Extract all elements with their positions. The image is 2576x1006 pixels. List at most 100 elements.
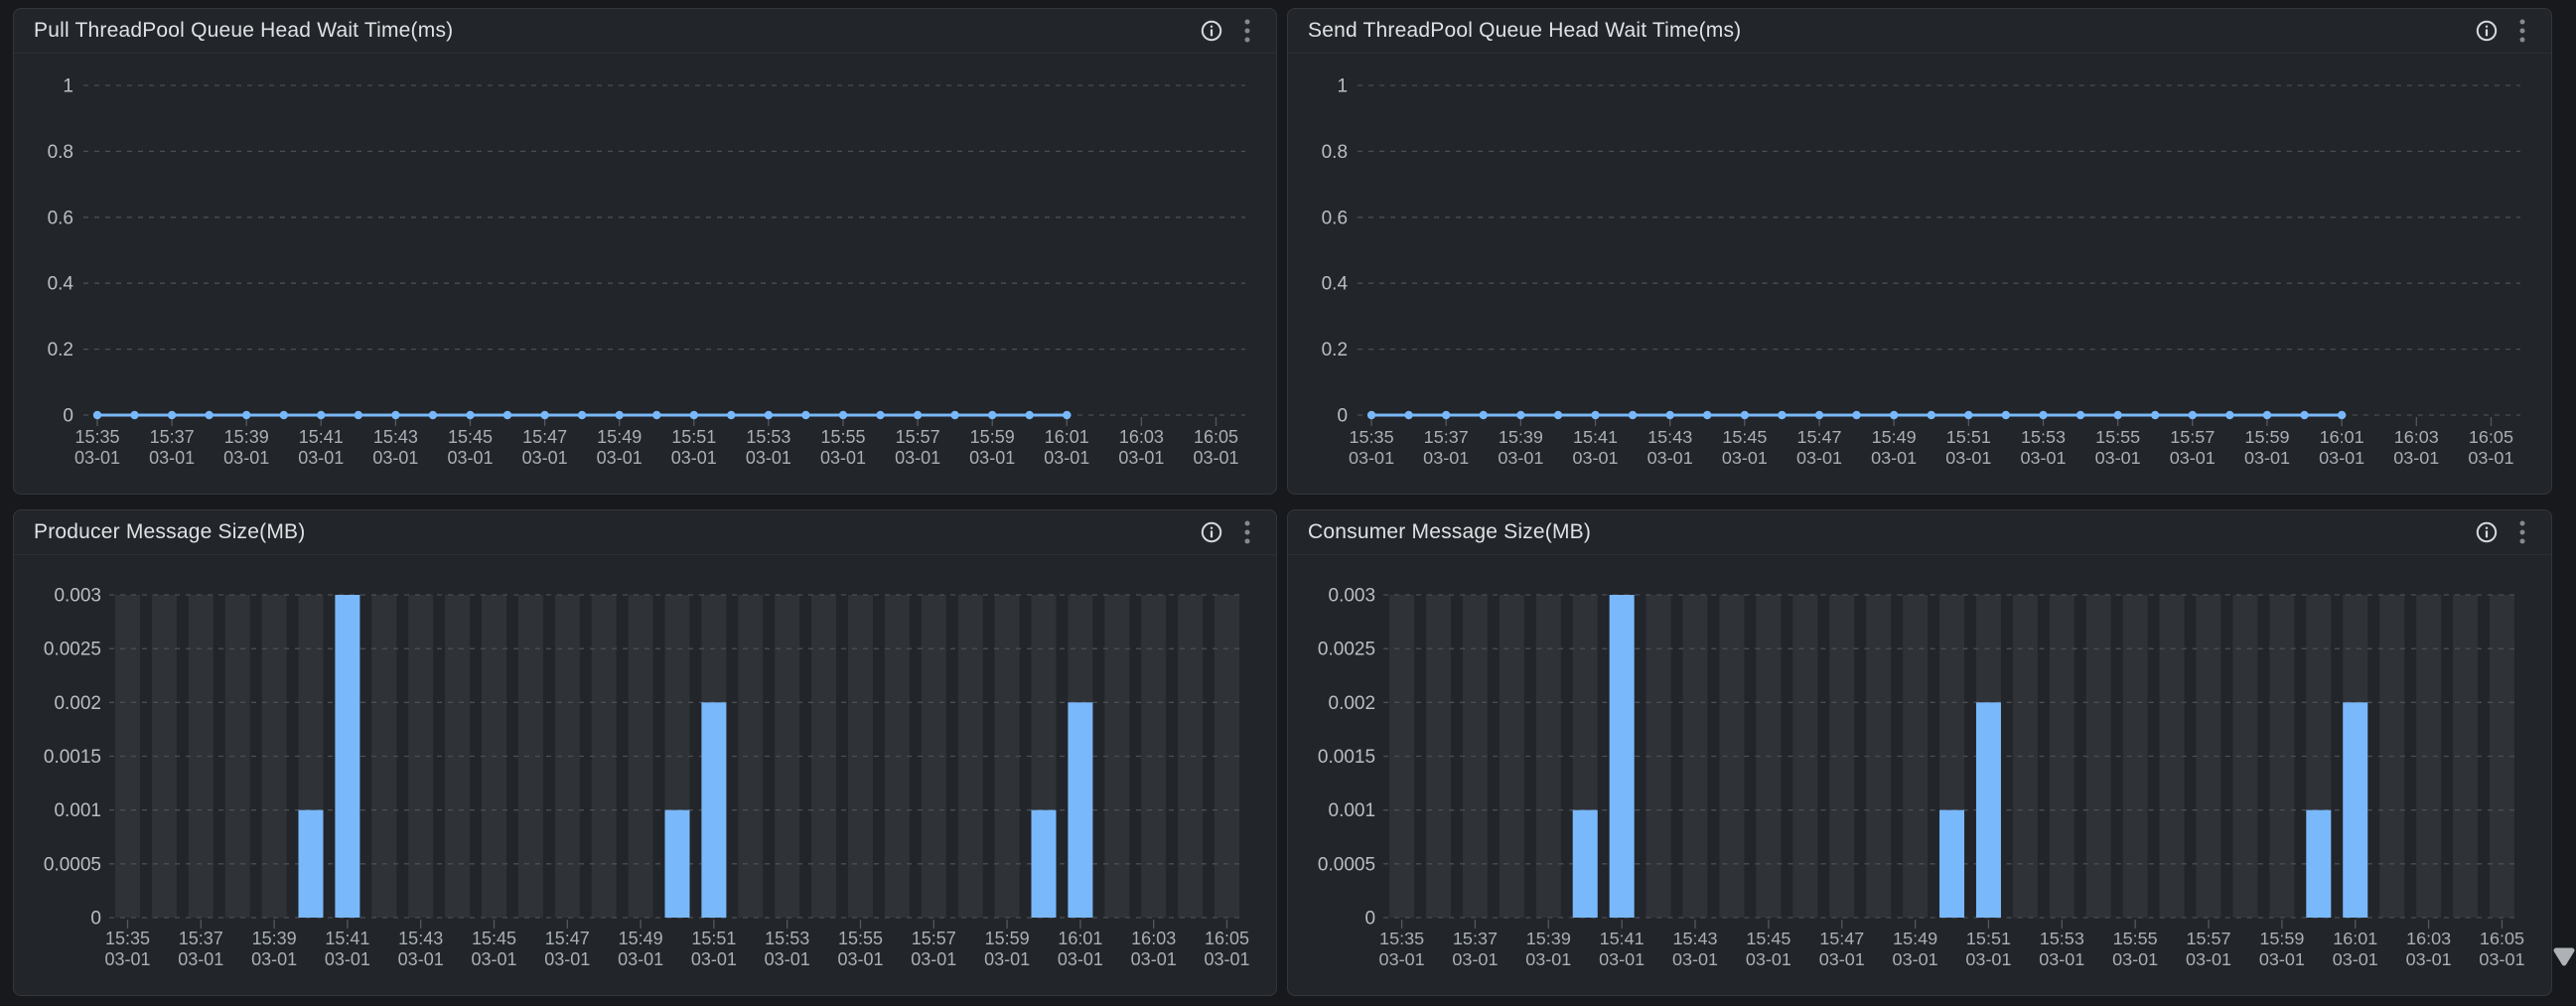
svg-text:15:4903-01: 15:4903-01 — [1893, 929, 1938, 969]
svg-text:16:0303-01: 16:0303-01 — [1118, 427, 1164, 468]
chart-canvas-producer-message-size[interactable]: 00.00050.0010.00150.0020.00250.00315:350… — [14, 555, 1276, 995]
panel-header: Producer Message Size(MB) — [14, 510, 1276, 555]
svg-text:0.0005: 0.0005 — [1318, 854, 1375, 875]
panel-header: Send ThreadPool Queue Head Wait Time(ms) — [1288, 9, 2551, 54]
svg-text:15:5503-01: 15:5503-01 — [2112, 929, 2158, 969]
data-point-marker — [1815, 411, 1823, 419]
panel-pull-threadpool-queue-head-wait-time: Pull ThreadPool Queue Head Wait Time(ms)… — [13, 8, 1277, 495]
data-point-marker — [1890, 411, 1898, 419]
bar — [335, 595, 359, 918]
svg-text:0.4: 0.4 — [48, 274, 74, 295]
bar — [701, 702, 726, 918]
bar — [1939, 810, 1964, 918]
data-point-marker — [1516, 411, 1524, 419]
svg-text:15:4103-01: 15:4103-01 — [1599, 929, 1645, 969]
bar — [665, 810, 690, 918]
svg-text:16:0503-01: 16:0503-01 — [2479, 929, 2524, 969]
svg-text:0.003: 0.003 — [1329, 586, 1376, 607]
data-point-marker — [2113, 411, 2121, 419]
svg-text:15:3903-01: 15:3903-01 — [1525, 929, 1571, 969]
panel-actions — [2474, 518, 2527, 546]
chart-canvas-send-wait-time[interactable]: 00.20.40.60.8115:3503-0115:3703-0115:390… — [1288, 54, 2551, 494]
svg-text:0.001: 0.001 — [54, 800, 101, 821]
svg-text:15:4503-01: 15:4503-01 — [1746, 929, 1791, 969]
svg-text:0.4: 0.4 — [1322, 274, 1349, 295]
panel-title: Pull ThreadPool Queue Head Wait Time(ms) — [34, 19, 453, 43]
svg-text:0.6: 0.6 — [48, 208, 73, 228]
svg-text:15:4303-01: 15:4303-01 — [372, 427, 418, 468]
svg-text:0.002: 0.002 — [1329, 693, 1376, 714]
data-point-marker — [578, 411, 586, 419]
svg-text:15:3703-01: 15:3703-01 — [178, 929, 223, 969]
info-icon[interactable] — [1199, 519, 1224, 545]
svg-text:0.003: 0.003 — [54, 586, 101, 607]
svg-text:0.0025: 0.0025 — [1318, 640, 1375, 660]
data-point-marker — [914, 411, 922, 419]
kebab-menu-icon[interactable] — [2517, 17, 2527, 45]
data-point-marker — [2076, 411, 2084, 419]
data-point-marker — [1964, 411, 1972, 419]
svg-text:15:4303-01: 15:4303-01 — [398, 929, 444, 969]
svg-text:0.8: 0.8 — [1322, 142, 1348, 163]
x-axis-ticks — [128, 920, 1227, 929]
svg-text:15:5903-01: 15:5903-01 — [969, 427, 1015, 468]
svg-text:15:5303-01: 15:5303-01 — [2020, 427, 2066, 468]
chart-canvas-pull-wait-time[interactable]: 00.20.40.60.8115:3503-0115:3703-0115:390… — [14, 54, 1276, 494]
svg-text:0.6: 0.6 — [1322, 208, 1348, 228]
y-axis-labels: 00.00050.0010.00150.0020.00250.003 — [44, 586, 101, 930]
scroll-down-indicator[interactable] — [2552, 944, 2576, 970]
svg-text:15:4303-01: 15:4303-01 — [1647, 427, 1693, 468]
data-point-marker — [2151, 411, 2159, 419]
x-axis-labels: 15:3503-0115:3703-0115:3903-0115:4103-01… — [1349, 427, 2513, 468]
data-point-marker — [1063, 411, 1071, 419]
data-point-marker — [1703, 411, 1711, 419]
svg-text:16:0303-01: 16:0303-01 — [1131, 929, 1177, 969]
chart-canvas-consumer-message-size[interactable]: 00.00050.0010.00150.0020.00250.00315:350… — [1288, 555, 2551, 995]
data-point-marker — [391, 411, 399, 419]
panel-header: Consumer Message Size(MB) — [1288, 510, 2551, 555]
svg-text:0.2: 0.2 — [48, 340, 73, 360]
data-point-marker — [2300, 411, 2308, 419]
panel-title: Send ThreadPool Queue Head Wait Time(ms) — [1308, 19, 1741, 43]
data-point-marker — [1404, 411, 1412, 419]
svg-text:15:5903-01: 15:5903-01 — [2244, 427, 2290, 468]
svg-text:15:5103-01: 15:5103-01 — [1965, 929, 2011, 969]
data-point-marker — [652, 411, 660, 419]
bar — [1610, 595, 1635, 918]
data-point-marker — [503, 411, 511, 419]
data-point-marker — [988, 411, 996, 419]
bar — [2306, 810, 2331, 918]
data-point-marker — [690, 411, 698, 419]
info-icon[interactable] — [2474, 18, 2500, 44]
svg-text:15:4503-01: 15:4503-01 — [471, 929, 516, 969]
svg-text:15:5103-01: 15:5103-01 — [691, 929, 737, 969]
svg-text:15:5703-01: 15:5703-01 — [2170, 427, 2216, 468]
data-point-marker — [2039, 411, 2047, 419]
data-point-marker — [2263, 411, 2271, 419]
info-icon[interactable] — [1199, 18, 1224, 44]
scroll-down-triangle-icon — [2552, 944, 2576, 970]
data-point-marker — [1928, 411, 1935, 419]
panel-actions — [1199, 17, 1252, 45]
kebab-menu-icon[interactable] — [2517, 518, 2527, 546]
svg-text:15:4503-01: 15:4503-01 — [447, 427, 493, 468]
svg-text:15:5103-01: 15:5103-01 — [671, 427, 717, 468]
x-axis-labels: 15:3503-0115:3703-0115:3903-0115:4103-01… — [104, 929, 1249, 969]
kebab-menu-icon[interactable] — [1242, 518, 1252, 546]
panel-title: Consumer Message Size(MB) — [1308, 520, 1591, 544]
kebab-menu-icon[interactable] — [1242, 17, 1252, 45]
svg-text:15:3503-01: 15:3503-01 — [1349, 427, 1394, 468]
svg-text:16:0103-01: 16:0103-01 — [2333, 929, 2378, 969]
panel-header: Pull ThreadPool Queue Head Wait Time(ms) — [14, 9, 1276, 54]
svg-text:15:5503-01: 15:5503-01 — [2095, 427, 2141, 468]
data-point-marker — [355, 411, 362, 419]
data-point-marker — [950, 411, 958, 419]
svg-text:15:4703-01: 15:4703-01 — [1796, 427, 1842, 468]
data-point-marker — [168, 411, 176, 419]
data-point-marker — [130, 411, 138, 419]
x-axis-labels: 15:3503-0115:3703-0115:3903-0115:4103-01… — [1379, 929, 2525, 969]
y-axis-labels: 00.20.40.60.81 — [1322, 76, 1349, 427]
info-icon[interactable] — [2474, 519, 2500, 545]
svg-text:16:0503-01: 16:0503-01 — [2468, 427, 2513, 468]
data-point-marker — [205, 411, 213, 419]
